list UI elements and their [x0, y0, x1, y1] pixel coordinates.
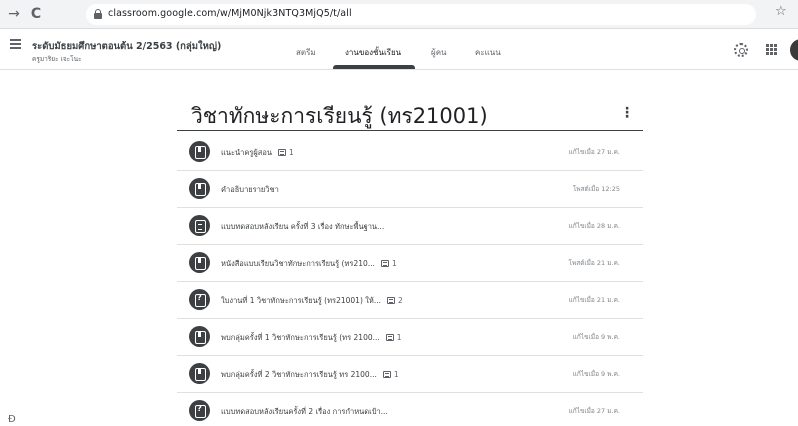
question-icon — [189, 400, 210, 421]
attachment-icon — [385, 334, 394, 341]
material-icon — [189, 178, 210, 199]
list-item[interactable]: พบกลุ่มครั้งที่ 2 วิชาทักษะการเรียนรู้ ท… — [177, 356, 643, 393]
item-date: แก้ไขเมื่อ 27 ม.ค. — [568, 407, 620, 415]
tab-people[interactable]: ผู้คน — [431, 46, 447, 59]
class-subtitle: ครูมาริยะ เจะโนะ — [32, 55, 82, 63]
browser-toolbar: → C classroom.google.com/w/MjM0Njk3NTQ3M… — [0, 0, 798, 29]
tab-grades[interactable]: คะแนน — [475, 46, 501, 59]
attachment-icon — [387, 297, 396, 304]
avatar[interactable] — [790, 39, 798, 61]
material-icon — [189, 326, 210, 347]
item-date: โพสต์เมื่อ 21 ม.ค. — [568, 259, 620, 267]
list-item[interactable]: คำอธิบายรายวิชา โพสต์เมื่อ 12:25 — [177, 171, 643, 208]
list-item[interactable]: ใบงานที่ 1 วิชาทักษะการเรียนรู้ (ทร21001… — [177, 282, 643, 319]
attachment-count: 2 — [398, 296, 403, 305]
menu-icon[interactable] — [10, 39, 21, 49]
more-options-icon[interactable]: ⋮ — [620, 105, 634, 121]
attachment-count: 1 — [393, 370, 399, 379]
classroom-header: ระดับมัธยมศึกษาตอนต้น 2/2563 (กลุ่มใหญ่)… — [0, 29, 798, 70]
reload-icon[interactable]: C — [27, 5, 45, 23]
topic-title: วิชาทักษะการเรียนรู้ (ทร21001) — [191, 104, 488, 128]
url-text: classroom.google.com/w/MjM0Njk3NTQ3MjQ5/… — [108, 8, 352, 19]
list-item[interactable]: แบบทดสอบหลังเรียนครั้งที่ 2 เรื่อง การกำ… — [177, 393, 643, 426]
attachment-icon — [380, 260, 389, 267]
attachment-count: 1 — [288, 148, 294, 157]
bookmark-star-icon[interactable]: ☆ — [775, 4, 787, 19]
list-item[interactable]: พบกลุ่มครั้งที่ 1 วิชาทักษะการเรียนรู้ (… — [177, 319, 643, 356]
item-title: แบบทดสอบหลังเรียนครั้งที่ 2 เรื่อง การกำ… — [221, 407, 388, 416]
active-tab-indicator — [333, 65, 415, 69]
list-item[interactable]: หนังสือแบบเรียนวิชาทักษะการเรียนรู้ (ทร2… — [177, 245, 643, 282]
item-date: แก้ไขเมื่อ 27 ม.ค. — [568, 148, 620, 156]
item-title: พบกลุ่มครั้งที่ 2 วิชาทักษะการเรียนรู้ ท… — [221, 370, 399, 379]
tab-stream[interactable]: สตรีม — [296, 46, 316, 59]
attachment-count: 1 — [396, 333, 402, 342]
address-bar[interactable]: classroom.google.com/w/MjM0Njk3NTQ3MjQ5/… — [86, 4, 756, 25]
side-panel-icon[interactable]: Ð — [8, 414, 16, 425]
assignment-icon — [189, 215, 210, 236]
item-title: ใบงานที่ 1 วิชาทักษะการเรียนรู้ (ทร21001… — [221, 296, 403, 305]
material-icon — [189, 252, 210, 273]
tab-classwork[interactable]: งานของชั้นเรียน — [345, 46, 401, 59]
item-title: หนังสือแบบเรียนวิชาทักษะการเรียนรู้ (ทร2… — [221, 259, 397, 268]
item-date: โพสต์เมื่อ 12:25 — [572, 185, 620, 193]
item-title: แบบทดสอบหลังเรียน ครั้งที่ 3 เรื่อง ทักษ… — [221, 222, 385, 231]
item-date: แก้ไขเมื่อ 9 พ.ค. — [572, 333, 620, 341]
topic-divider — [177, 130, 643, 131]
item-title: คำอธิบายรายวิชา — [221, 185, 279, 194]
back-icon[interactable]: → — [5, 5, 23, 23]
gear-icon[interactable] — [734, 43, 748, 57]
item-title: พบกลุ่มครั้งที่ 1 วิชาทักษะการเรียนรู้ (… — [221, 333, 402, 342]
class-title[interactable]: ระดับมัธยมศึกษาตอนต้น 2/2563 (กลุ่มใหญ่) — [32, 39, 221, 54]
item-date: แก้ไขเมื่อ 21 ม.ค. — [568, 296, 620, 304]
lock-icon — [94, 9, 102, 19]
attachment-icon — [277, 149, 286, 156]
attachment-icon — [382, 371, 391, 378]
material-icon — [189, 363, 210, 384]
item-date: แก้ไขเมื่อ 28 ม.ค. — [568, 222, 620, 230]
list-item[interactable]: แบบทดสอบหลังเรียน ครั้งที่ 3 เรื่อง ทักษ… — [177, 208, 643, 245]
item-date: แก้ไขเมื่อ 9 พ.ค. — [572, 370, 620, 378]
apps-grid-icon[interactable] — [766, 44, 777, 55]
list-item[interactable]: แนะนำครูผู้สอน 1 แก้ไขเมื่อ 27 ม.ค. — [177, 134, 643, 171]
material-icon — [189, 141, 210, 162]
question-icon — [189, 289, 210, 310]
item-title: แนะนำครูผู้สอน 1 — [221, 148, 294, 157]
attachment-count: 1 — [391, 259, 397, 268]
